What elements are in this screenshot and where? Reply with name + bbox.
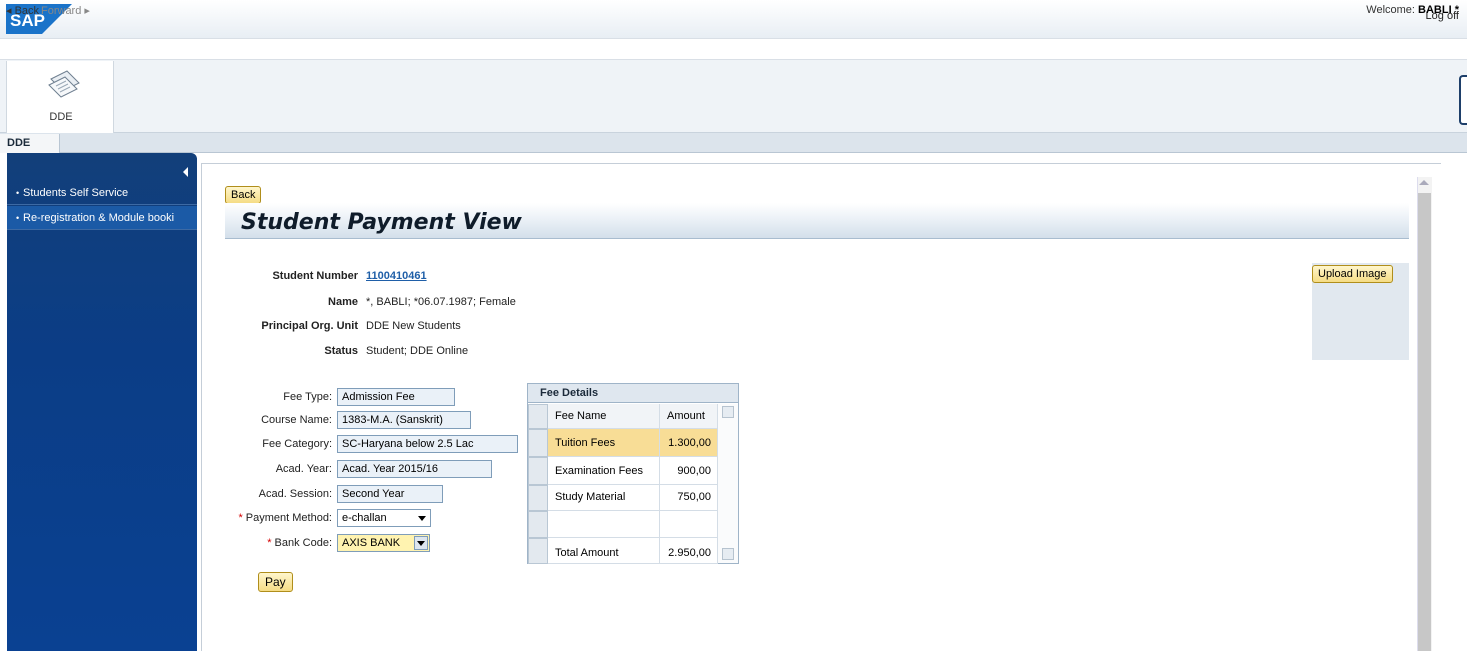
amount-cell: 900,00 bbox=[660, 457, 718, 485]
payment-method-dropdown[interactable]: e-challan bbox=[337, 509, 431, 527]
welcome-user: BABLI * bbox=[1418, 4, 1459, 16]
amount-cell: 750,00 bbox=[660, 485, 718, 511]
required-marker: * bbox=[267, 537, 272, 549]
row-selector[interactable] bbox=[528, 538, 548, 564]
fee-type-label: Fee Type: bbox=[283, 391, 332, 403]
student-number-label: Student Number bbox=[272, 270, 358, 282]
acad-session-field[interactable]: Second Year bbox=[337, 485, 443, 503]
row-selector[interactable] bbox=[528, 429, 548, 457]
bullet-icon: • bbox=[16, 213, 20, 223]
dropdown-button[interactable] bbox=[414, 536, 428, 550]
fee-details-title: Fee Details bbox=[528, 384, 738, 403]
acad-year-label: Acad. Year: bbox=[275, 463, 332, 475]
welcome-prefix: Welcome: bbox=[1366, 4, 1419, 16]
name-value: *, BABLI; *06.07.1987; Female bbox=[366, 296, 516, 308]
status-label: Status bbox=[324, 345, 358, 357]
sidebar-item-students-self-service[interactable]: • Students Self Service bbox=[7, 181, 197, 205]
table-scroll-up-icon[interactable] bbox=[722, 406, 734, 418]
payment-method-value: e-challan bbox=[342, 512, 387, 524]
status-value: Student; DDE Online bbox=[366, 345, 469, 357]
back-button[interactable]: Back bbox=[225, 186, 262, 204]
pay-button[interactable]: Pay bbox=[258, 572, 293, 592]
fee-name-cell: Examination Fees bbox=[548, 457, 660, 485]
fee-category-field[interactable]: SC-Haryana below 2.5 Lac bbox=[337, 435, 518, 453]
sidebar-item-label: Students Self Service bbox=[23, 187, 129, 199]
page-title: Student Payment View bbox=[241, 210, 522, 235]
fee-name-cell: Study Material bbox=[548, 485, 660, 511]
org-unit-value: DDE New Students bbox=[366, 320, 461, 332]
table-scroll-down-icon[interactable] bbox=[722, 548, 734, 560]
top-header-bar bbox=[0, 0, 1467, 38]
workset-tile-dde[interactable]: DDE bbox=[6, 61, 114, 133]
fee-type-field[interactable]: Admission Fee bbox=[337, 388, 455, 406]
org-unit-label: Principal Org. Unit bbox=[261, 320, 358, 332]
table-scrollbar[interactable] bbox=[718, 404, 738, 563]
course-name-field[interactable]: 1383-M.A. (Sanskrit) bbox=[337, 411, 471, 429]
history-nav-bar bbox=[0, 38, 1467, 60]
select-all-cell[interactable] bbox=[528, 404, 548, 429]
subtab-strip bbox=[0, 133, 1467, 153]
chevron-down-icon bbox=[417, 541, 425, 546]
collapse-sidebar-icon[interactable] bbox=[183, 167, 188, 177]
column-header-amount[interactable]: Amount bbox=[660, 404, 718, 429]
chevron-down-icon bbox=[418, 516, 426, 521]
bullet-icon: • bbox=[16, 188, 20, 198]
required-marker: * bbox=[238, 512, 243, 524]
history-back-link[interactable]: ◂ Back bbox=[6, 4, 39, 17]
amount-cell bbox=[660, 511, 718, 538]
history-forward-link[interactable]: Forward ▸ bbox=[41, 4, 90, 17]
scrollbar-thumb[interactable] bbox=[1418, 193, 1431, 651]
fee-category-label: Fee Category: bbox=[262, 438, 332, 450]
acad-year-field[interactable]: Acad. Year 2015/16 bbox=[337, 460, 492, 478]
panel-edge-handle[interactable] bbox=[1459, 75, 1467, 125]
payment-method-label: * Payment Method: bbox=[212, 512, 333, 524]
workset-tile-label: DDE bbox=[49, 111, 73, 123]
amount-cell: 1.300,00 bbox=[660, 429, 718, 457]
total-label-cell: Total Amount bbox=[548, 538, 660, 564]
bank-code-dropdown[interactable]: AXIS BANK bbox=[337, 534, 430, 552]
welcome-text: Welcome: BABLI * bbox=[1366, 4, 1459, 16]
fee-name-cell: Tuition Fees bbox=[548, 429, 660, 457]
student-number-value: 1100410461 bbox=[366, 270, 427, 282]
bank-code-label-text: Bank Code: bbox=[274, 537, 332, 549]
upload-image-button[interactable]: Upload Image bbox=[1312, 265, 1393, 283]
name-label: Name bbox=[328, 296, 358, 308]
student-number-link[interactable]: 1100410461 bbox=[366, 270, 427, 282]
payment-method-label-text: Payment Method: bbox=[245, 512, 332, 524]
sidebar-item-label: Re-registration & Module booki bbox=[23, 212, 175, 224]
tab-dde[interactable]: DDE bbox=[0, 134, 60, 153]
documents-icon bbox=[48, 70, 80, 98]
row-selector[interactable] bbox=[528, 485, 548, 511]
total-amount-cell: 2.950,00 bbox=[660, 538, 718, 564]
fee-name-cell bbox=[548, 511, 660, 538]
bank-code-value: AXIS BANK bbox=[342, 537, 401, 549]
sidebar-item-re-registration[interactable]: • Re-registration & Module booki bbox=[7, 206, 197, 230]
workset-toolbar bbox=[0, 60, 1467, 133]
scroll-up-icon[interactable] bbox=[1419, 180, 1429, 185]
column-header-fee-name[interactable]: Fee Name bbox=[548, 404, 660, 429]
row-selector[interactable] bbox=[528, 457, 548, 485]
course-name-label: Course Name: bbox=[261, 414, 332, 426]
row-selector[interactable] bbox=[528, 511, 548, 538]
acad-session-label: Acad. Session: bbox=[258, 488, 332, 500]
bank-code-label: * Bank Code: bbox=[212, 537, 332, 549]
